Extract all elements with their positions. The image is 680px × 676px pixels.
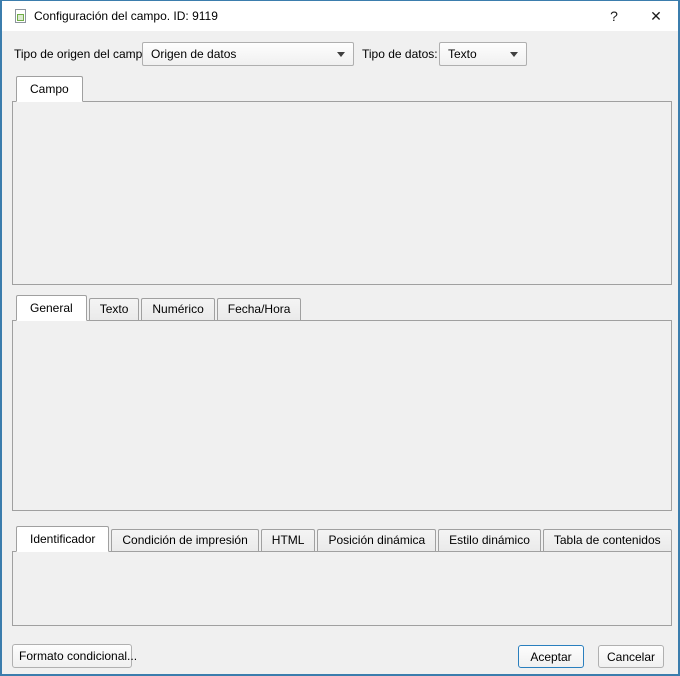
tab-posicion-dinamica[interactable]: Posición dinámica: [317, 529, 437, 552]
field-settings-dialog: Configuración del campo. ID: 9119 ? ✕ Ti…: [0, 0, 680, 676]
identifier-tabbar: Identificador Condición de impresión HTM…: [16, 526, 674, 552]
identifier-panel: [12, 551, 672, 626]
tab-numerico[interactable]: Numérico: [141, 298, 215, 321]
tab-texto[interactable]: Texto: [88, 298, 140, 321]
campo-panel: [12, 101, 672, 285]
field-source-type-value: Origen de datos: [151, 47, 237, 61]
tab-identificador[interactable]: Identificador: [16, 526, 110, 552]
window-title: Configuración del campo. ID: 9119: [34, 9, 218, 23]
accept-button[interactable]: Aceptar: [518, 645, 584, 668]
general-panel: [12, 320, 672, 511]
chevron-down-icon: [337, 52, 345, 57]
title-bar[interactable]: Configuración del campo. ID: 9119 ? ✕: [2, 1, 678, 31]
close-button[interactable]: ✕: [640, 1, 672, 31]
campo-tabbar: Campo: [16, 76, 85, 102]
help-button[interactable]: ?: [598, 1, 630, 31]
data-type-label: Tipo de datos:: [362, 47, 438, 61]
tab-html[interactable]: HTML: [260, 529, 316, 552]
tab-tabla-contenidos[interactable]: Tabla de contenidos: [542, 529, 672, 552]
field-source-type-label: Tipo de origen del campo:: [14, 47, 153, 61]
tab-fecha-hora[interactable]: Fecha/Hora: [216, 298, 302, 321]
chevron-down-icon: [510, 52, 518, 57]
tab-estilo-dinamico[interactable]: Estilo dinámico: [438, 529, 541, 552]
tab-campo[interactable]: Campo: [16, 76, 83, 102]
app-icon: [12, 8, 28, 24]
cancel-button[interactable]: Cancelar: [598, 645, 664, 668]
tab-condicion-impresion[interactable]: Condición de impresión: [111, 529, 259, 552]
format-tabbar: General Texto Numérico Fecha/Hora: [16, 295, 303, 321]
field-source-type-select[interactable]: Origen de datos: [142, 42, 354, 66]
data-type-select[interactable]: Texto: [439, 42, 527, 66]
data-type-value: Texto: [448, 47, 477, 61]
conditional-format-button[interactable]: Formato condicional...: [12, 644, 137, 668]
tab-general[interactable]: General: [16, 295, 87, 321]
